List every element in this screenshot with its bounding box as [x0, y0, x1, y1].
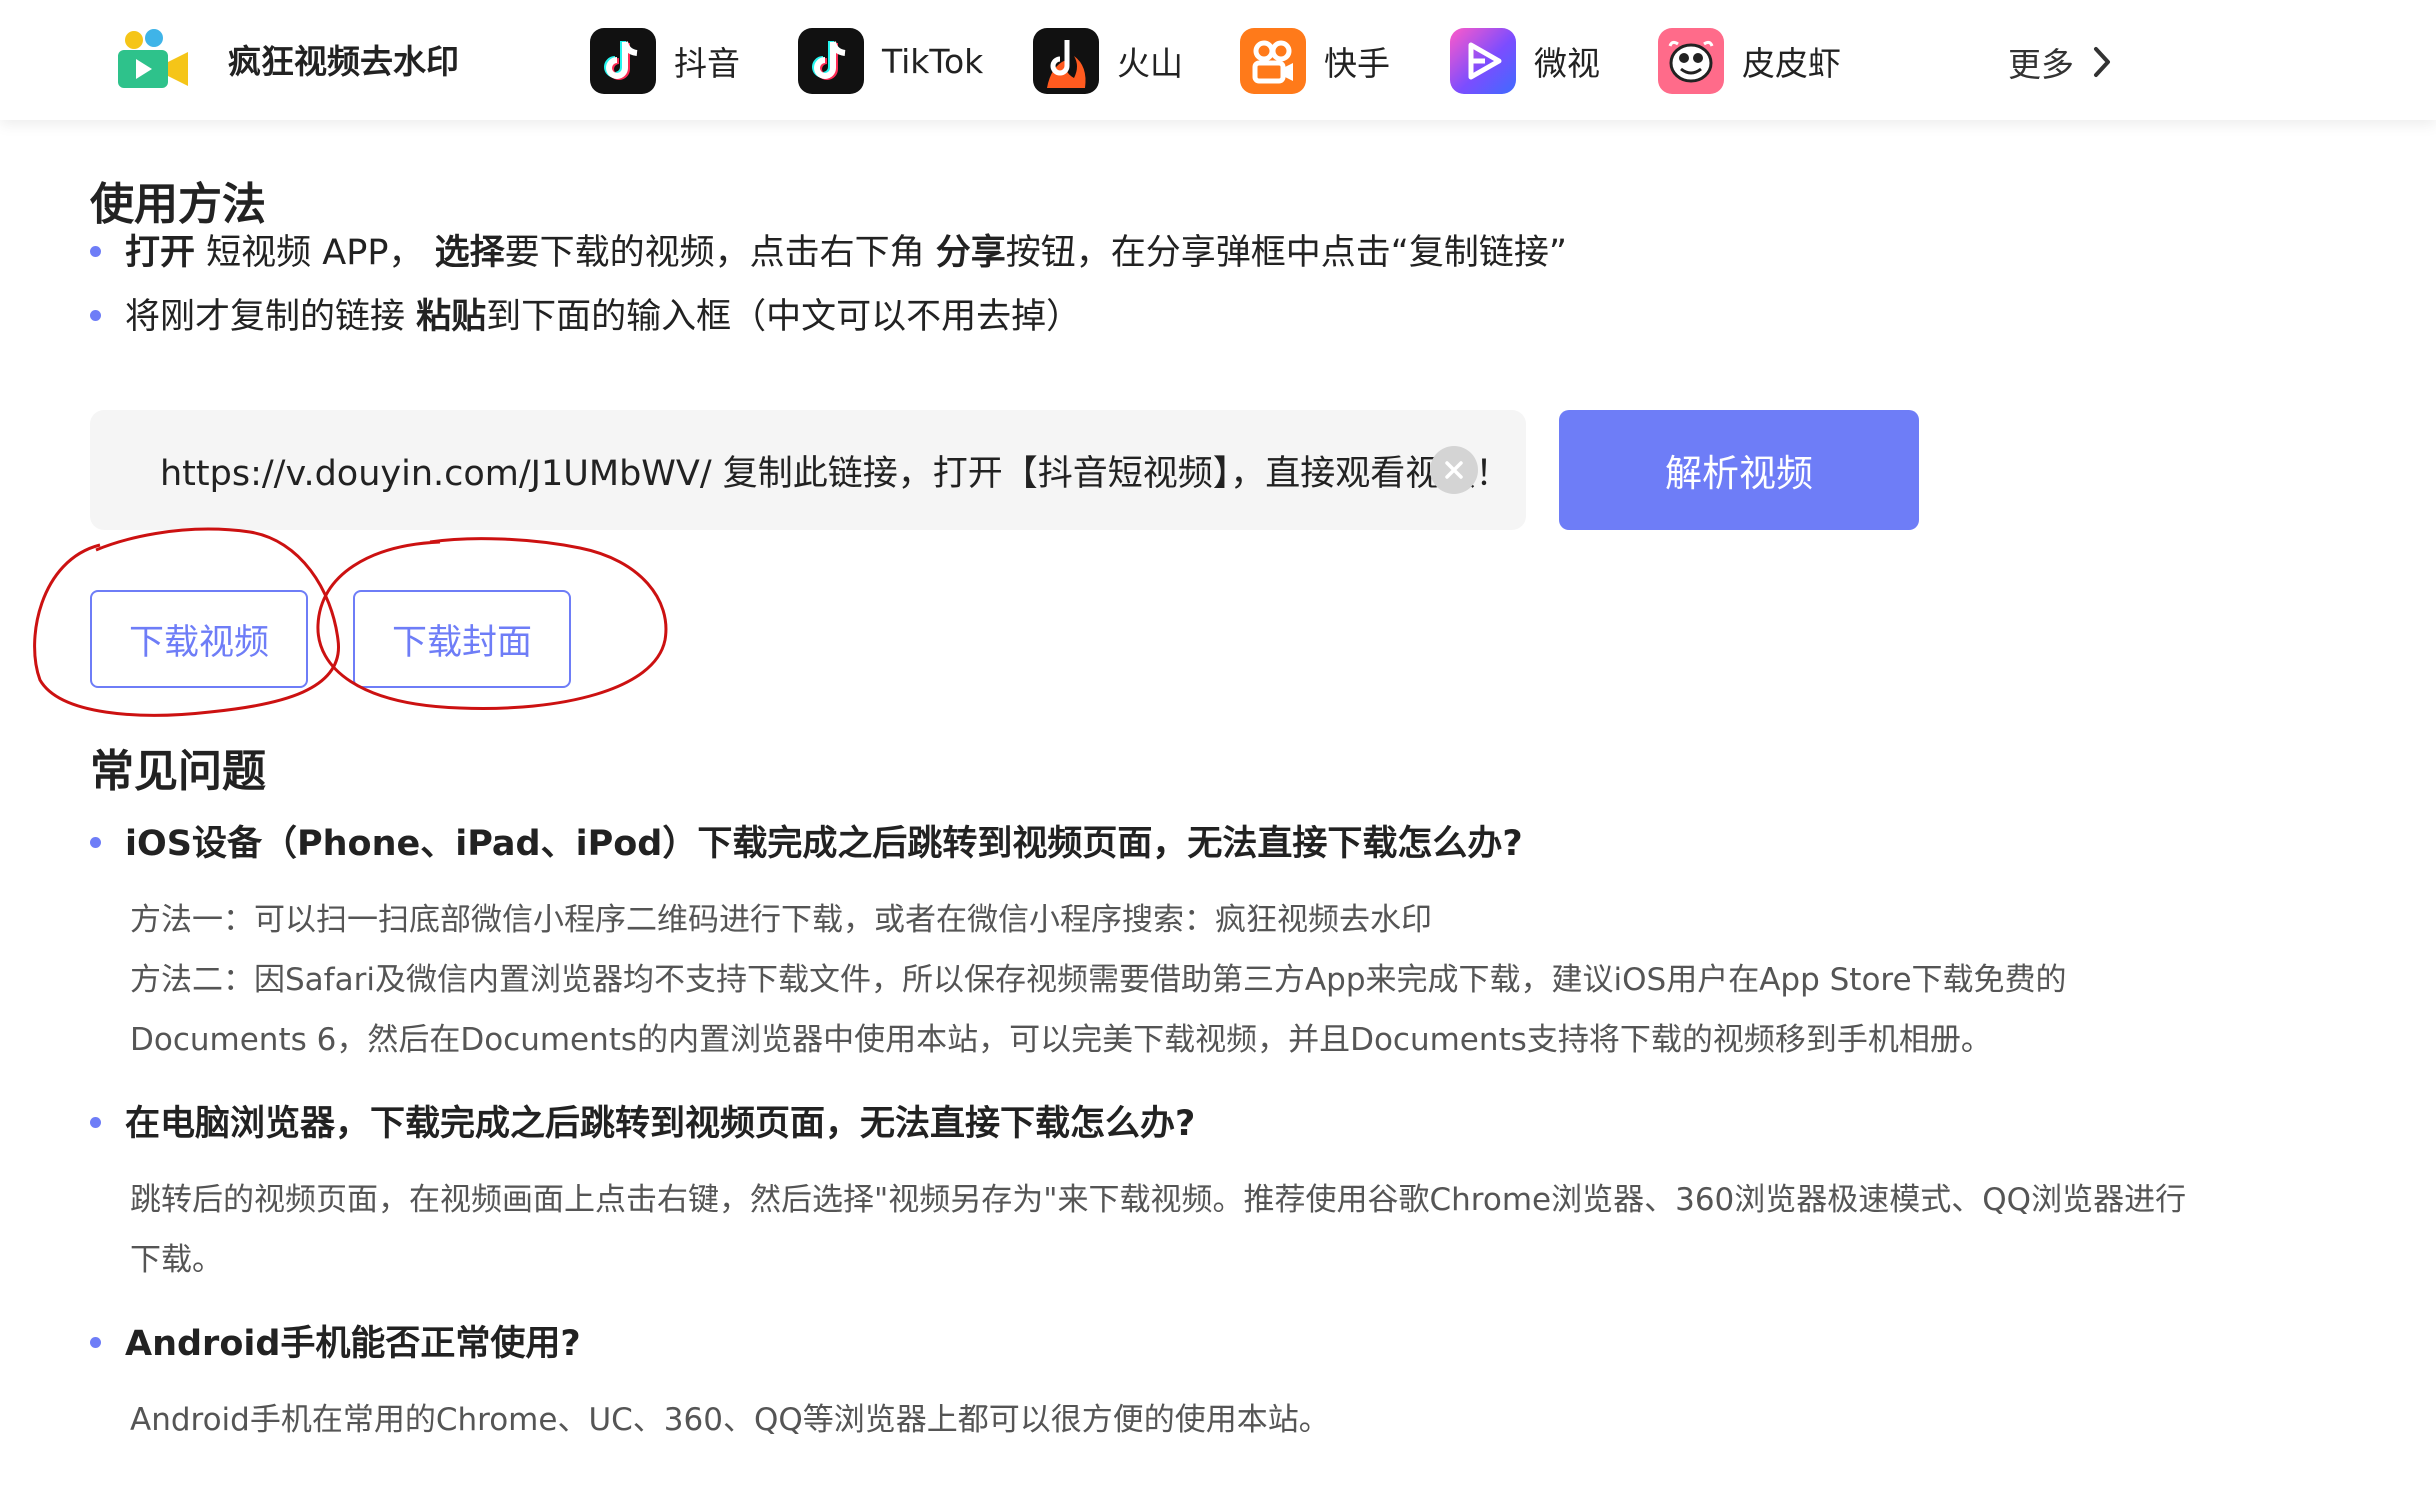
- question-text: Android手机能否正常使用?: [125, 1324, 581, 1364]
- tiktok-icon: [798, 28, 864, 94]
- usage-title: 使用方法: [90, 179, 266, 230]
- nav-label: 抖音: [674, 44, 740, 83]
- more-link[interactable]: 更多: [2008, 38, 2112, 86]
- annotation-circles: [33, 527, 668, 717]
- faq-answer-line: 下载。: [130, 1242, 223, 1278]
- nav-label: TikTok: [882, 41, 984, 81]
- step-text: 短视频 APP，: [195, 233, 435, 273]
- url-input-container: [90, 410, 1526, 530]
- emphasis: 粘贴: [416, 297, 487, 337]
- download-video-button[interactable]: 下载视频: [90, 590, 308, 688]
- step-text: 到下面的输入框（中文可以不用去掉）: [486, 297, 1082, 337]
- nav-label: 快手: [1324, 44, 1390, 83]
- usage-step-2: 将刚才复制的链接 粘贴到下面的输入框（中文可以不用去掉）: [90, 294, 1081, 340]
- nav-label: 火山: [1117, 44, 1183, 83]
- bullet-dot: [90, 245, 101, 257]
- nav-label: 皮皮虾: [1742, 44, 1841, 83]
- chevron-right-icon: [2094, 47, 2110, 77]
- huoshan-icon: [1033, 28, 1099, 94]
- step-text: 按钮，在分享弹框中点击“复制链接”: [1005, 233, 1568, 273]
- bullet-dot: [90, 309, 101, 321]
- pipixia-icon: [1658, 28, 1724, 94]
- download-cover-button[interactable]: 下载封面: [353, 590, 571, 688]
- site-name[interactable]: 疯狂视频去水印: [228, 40, 459, 84]
- url-input[interactable]: [160, 438, 1500, 502]
- faq-answer-line: 方法一：可以扫一扫底部微信小程序二维码进行下载，或者在微信小程序搜索：疯狂视频去…: [130, 902, 1432, 938]
- faq-answer-line: Documents 6，然后在Documents的内置浏览器中使用本站，可以完美…: [130, 1022, 1992, 1058]
- usage-step-1: 打开 短视频 APP， 选择要下载的视频，点击右下角 分享按钮，在分享弹框中点击…: [90, 230, 1567, 276]
- faq-question-ios: iOS设备（Phone、iPad、iPod）下载完成之后跳转到视频页面，无法直接…: [90, 815, 1523, 866]
- nav-label: 微视: [1534, 44, 1600, 83]
- emphasis: 选择: [434, 233, 505, 273]
- question-text: 在电脑浏览器，下载完成之后跳转到视频页面，无法直接下载怎么办?: [125, 1104, 1196, 1144]
- bullet-dot: [90, 1116, 101, 1128]
- kuaishou-icon: [1240, 28, 1306, 94]
- bullet-dot: [90, 1336, 101, 1348]
- more-label: 更多: [2008, 45, 2074, 84]
- nav-item-kuaishou[interactable]: 快手: [1240, 28, 1390, 94]
- faq-question-pc: 在电脑浏览器，下载完成之后跳转到视频页面，无法直接下载怎么办?: [90, 1095, 1195, 1146]
- faq-answer-line: 跳转后的视频页面，在视频画面上点击右键，然后选择"视频另存为"来下载视频。推荐使…: [130, 1182, 2187, 1218]
- faq-answer-line: Android手机在常用的Chrome、UC、360、QQ等浏览器上都可以很方便…: [130, 1402, 1330, 1438]
- parse-video-button[interactable]: 解析视频: [1559, 410, 1919, 530]
- faq-title: 常见问题: [90, 746, 266, 797]
- nav-item-pipixia[interactable]: 皮皮虾: [1658, 28, 1841, 94]
- clear-button[interactable]: [1430, 446, 1478, 494]
- emphasis: 打开: [125, 233, 196, 273]
- emphasis: 分享: [935, 233, 1006, 273]
- nav-item-tiktok[interactable]: TikTok: [798, 28, 983, 94]
- nav-item-weishi[interactable]: 微视: [1450, 28, 1600, 94]
- video-camera-logo-icon[interactable]: [116, 28, 190, 92]
- nav-item-douyin[interactable]: 抖音: [590, 28, 740, 94]
- step-text: 要下载的视频，点击右下角: [504, 233, 936, 273]
- top-navbar: 疯狂视频去水印 抖音 TikTok 火山 快手 微视 皮皮虾 更多: [0, 0, 2436, 120]
- nav-item-huoshan[interactable]: 火山: [1033, 28, 1183, 94]
- step-text: 将刚才复制的链接: [125, 297, 417, 337]
- close-icon: [1445, 461, 1463, 479]
- faq-answer-line: 方法二：因Safari及微信内置浏览器均不支持下载文件，所以保存视频需要借助第三…: [130, 962, 2067, 998]
- weishi-icon: [1450, 28, 1516, 94]
- douyin-icon: [590, 28, 656, 94]
- question-text: iOS设备（Phone、iPad、iPod）下载完成之后跳转到视频页面，无法直接…: [125, 824, 1523, 864]
- faq-question-android: Android手机能否正常使用?: [90, 1315, 581, 1366]
- bullet-dot: [90, 836, 101, 848]
